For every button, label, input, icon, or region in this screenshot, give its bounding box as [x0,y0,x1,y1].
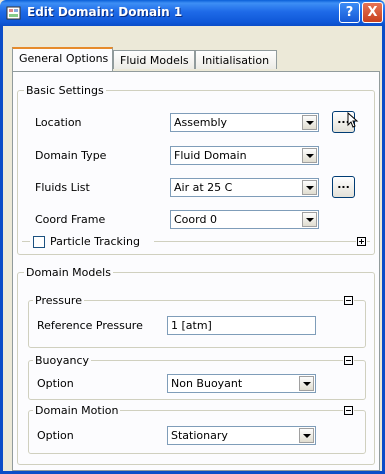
dialog-window: General Options Fluid Models Initialisat… [0,26,385,474]
domain-motion-group: Domain Motion Option Stationary [28,404,366,454]
buoyancy-option-select[interactable]: Non Buoyant [167,374,316,393]
chevron-down-icon[interactable] [302,148,317,163]
domain-motion-option-value: Stationary [171,429,228,442]
group-title: Domain Motion [33,404,121,417]
chevron-down-icon[interactable] [299,376,314,391]
coord-frame-label: Coord Frame [35,213,106,226]
group-title: Domain Models [24,266,113,279]
close-button[interactable]: X [362,2,383,23]
pressure-group: Pressure Reference Pressure 1 [atm] [28,294,366,348]
buoyancy-option-value: Non Buoyant [171,377,243,390]
tab-initialisation[interactable]: Initialisation [195,50,277,69]
collapse-icon[interactable] [343,295,354,306]
chevron-down-icon[interactable] [299,428,314,443]
fluids-list-ellipsis-button[interactable]: ... [332,176,355,198]
ellipsis-label: ... [337,178,350,191]
particle-tracking-label: Particle Tracking [50,235,143,248]
tab-panel-general-options: Basic Settings Location Assembly ... Dom… [12,71,380,471]
domain-motion-option-label: Option [37,429,74,442]
group-title: Pressure [33,294,84,307]
particle-tracking-checkbox[interactable] [33,236,45,248]
tab-general-options[interactable]: General Options [12,47,113,71]
fluids-list-select[interactable]: Air at 25 C [170,178,319,197]
tab-label: Fluid Models [120,54,189,67]
fluids-list-value: Air at 25 C [174,181,233,194]
chevron-down-icon[interactable] [302,115,317,130]
domain-models-group: Domain Models Pressure Reference Pressur… [17,266,375,465]
tab-fluid-models[interactable]: Fluid Models [113,50,195,69]
reference-pressure-value: 1 [atm] [171,319,212,332]
group-title: Basic Settings [24,84,106,97]
reference-pressure-label: Reference Pressure [37,319,143,332]
domain-type-label: Domain Type [35,149,107,162]
collapse-icon[interactable] [343,405,354,416]
buoyancy-group: Buoyancy Option Non Buoyant [28,354,366,400]
basic-settings-group: Basic Settings Location Assembly ... Dom… [17,84,375,255]
title-bar[interactable]: Edit Domain: Domain 1 ? X [0,0,385,26]
window-title: Edit Domain: Domain 1 [27,5,183,19]
domain-icon [6,6,21,20]
domain-type-value: Fluid Domain [174,149,247,162]
collapse-icon[interactable] [343,355,354,366]
domain-motion-option-select[interactable]: Stationary [167,426,316,445]
location-value: Assembly [174,116,228,129]
coord-frame-select[interactable]: Coord 0 [170,210,319,229]
mouse-cursor-icon [347,112,359,128]
tab-label: General Options [19,52,109,65]
group-title: Buoyancy [33,354,92,367]
help-button[interactable]: ? [339,2,360,23]
reference-pressure-input[interactable]: 1 [atm] [167,316,316,335]
fluids-list-label: Fluids List [35,181,90,194]
buoyancy-option-label: Option [37,377,74,390]
location-select[interactable]: Assembly [170,113,319,132]
chevron-down-icon[interactable] [302,180,317,195]
expand-icon[interactable] [356,236,367,247]
chevron-down-icon[interactable] [302,212,317,227]
domain-type-select[interactable]: Fluid Domain [170,146,319,165]
location-label: Location [35,116,82,129]
tab-label: Initialisation [202,54,270,67]
coord-frame-value: Coord 0 [174,213,217,226]
